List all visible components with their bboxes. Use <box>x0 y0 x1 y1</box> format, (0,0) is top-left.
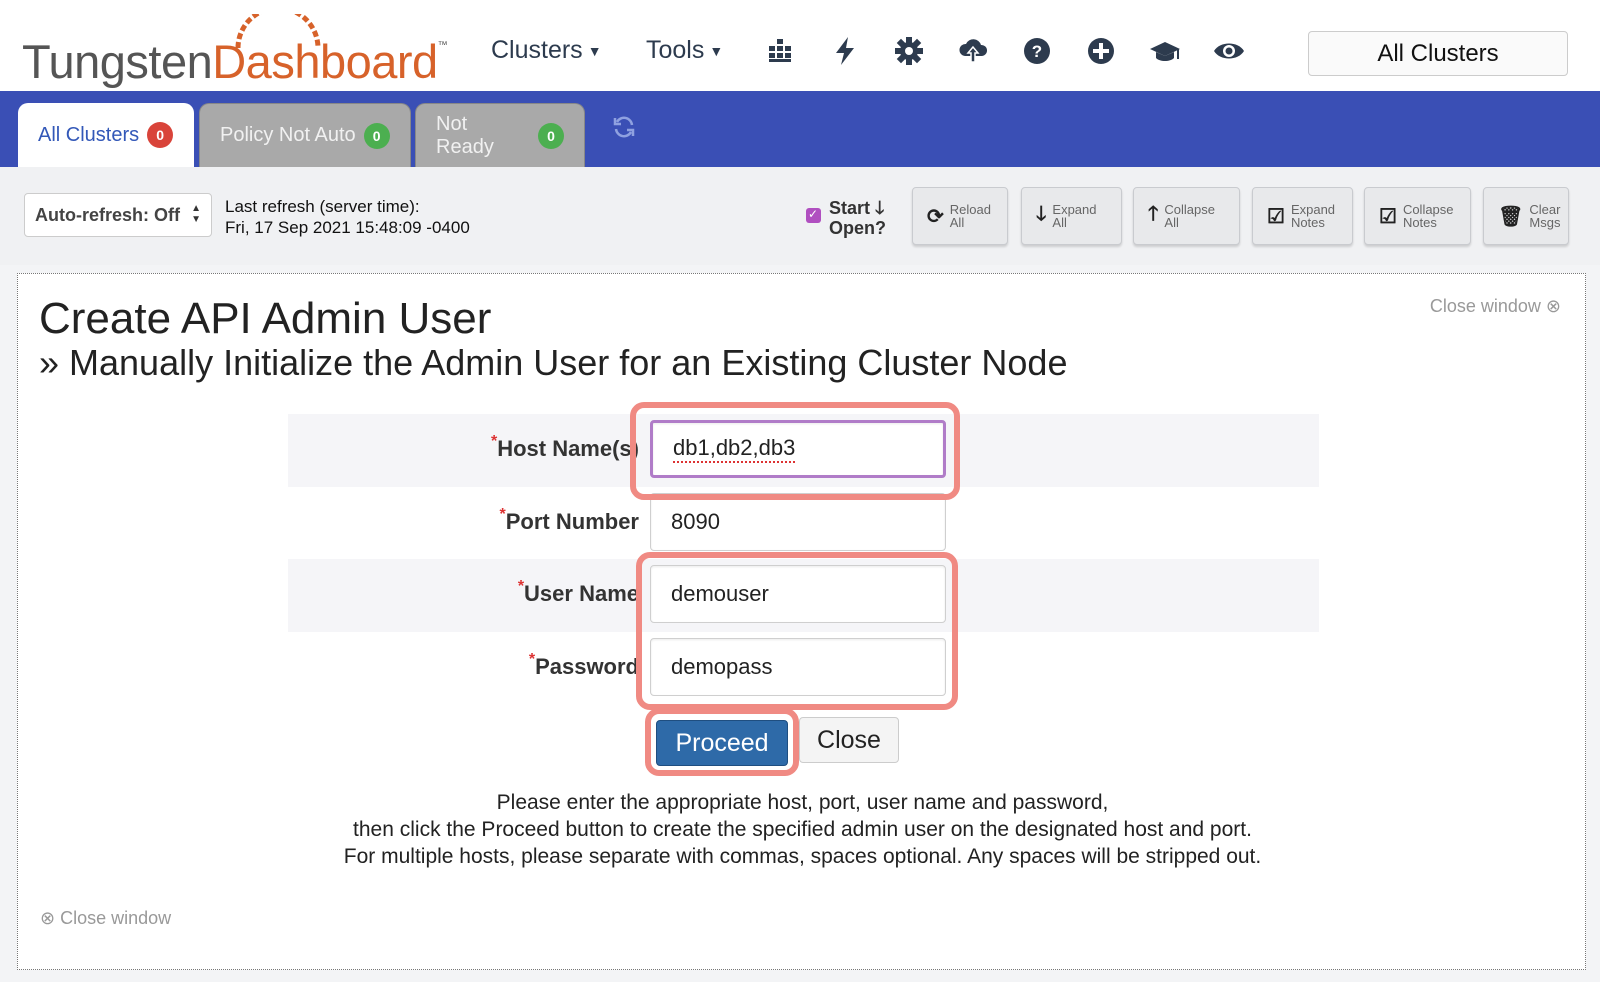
lightning-icon[interactable] <box>828 34 862 68</box>
tab-label: Not Ready <box>436 112 494 158</box>
button-line2: Notes <box>1290 215 1325 230</box>
highlight-host <box>630 402 960 500</box>
tab-policy-not-auto[interactable]: Policy Not Auto 0 <box>199 103 411 167</box>
trash-icon: 🗑 <box>1498 205 1524 228</box>
nav-tools-label: Tools <box>646 36 705 64</box>
page-title: Create API Admin User <box>39 294 492 343</box>
arrow-down-icon: 🡓 <box>875 198 885 218</box>
proceed-button[interactable]: Proceed <box>656 720 788 766</box>
username-label-text: User Name <box>524 581 639 606</box>
help-line: For multiple hosts, please separate with… <box>343 845 1262 868</box>
close-circle-icon: ⊗ <box>1545 296 1561 316</box>
help-text: Please enter the appropriate host, port,… <box>18 789 1587 870</box>
count-badge: 0 <box>538 122 564 149</box>
button-line2: Notes <box>1402 215 1437 230</box>
close-window-label: Close window <box>1429 296 1541 316</box>
tab-label: Policy Not Auto <box>220 124 356 146</box>
tab-label: All Clusters <box>38 123 140 146</box>
help-line: Please enter the appropriate host, port,… <box>496 791 1109 814</box>
edit-check-icon: ☑ <box>1379 205 1397 228</box>
edit-check-icon: ☑ <box>1267 205 1285 228</box>
plus-circle-icon[interactable] <box>1084 34 1118 68</box>
start-open-line2: Open? <box>829 218 886 238</box>
cluster-filter-tabbar: All Clusters 0 Policy Not Auto 0 Not Rea… <box>0 91 1600 167</box>
close-window-link-top[interactable]: Close window ⊗ <box>1430 296 1561 317</box>
eye-icon[interactable] <box>1212 34 1246 68</box>
start-open-line1: Start <box>829 198 871 218</box>
tab-not-ready[interactable]: Not Ready 0 <box>415 103 585 167</box>
collapse-all-button[interactable]: 🡑 Collapse All <box>1133 187 1240 245</box>
create-api-admin-panel: Close window ⊗ Create API Admin User » M… <box>17 273 1586 970</box>
nav-tools-menu[interactable]: Tools ▼ <box>646 36 723 65</box>
arrow-down-icon: 🡓 <box>1036 203 1047 225</box>
svg-text:?: ? <box>1032 42 1042 61</box>
auto-refresh-select[interactable]: Auto-refresh: Off ▲ ▼ <box>24 193 212 237</box>
host-label: *Host Name(s) <box>490 433 639 462</box>
cloud-upload-icon[interactable] <box>956 34 990 68</box>
count-badge: 0 <box>147 122 174 148</box>
port-label-text: Port Number <box>505 509 639 534</box>
host-label-text: Host Name(s) <box>497 436 639 461</box>
chevron-down-icon: ▼ <box>709 43 724 59</box>
username-label: *User Name <box>517 578 639 607</box>
arrow-up-icon: 🡑 <box>1148 203 1159 225</box>
button-line2: All <box>1164 215 1179 230</box>
tab-all-clusters[interactable]: All Clusters 0 <box>18 103 194 167</box>
last-refresh-value: Fri, 17 Sep 2021 15:48:09 -0400 <box>225 218 470 237</box>
clear-msgs-button[interactable]: 🗑 Clear Msgs <box>1483 187 1569 245</box>
help-line: then click the Proceed button to create … <box>353 818 1252 841</box>
required-marker: * <box>490 433 498 450</box>
port-input[interactable]: 8090 <box>650 493 946 551</box>
password-label: *Password <box>528 651 639 680</box>
close-window-label: Close window <box>60 908 172 928</box>
start-open-checkbox[interactable] <box>806 207 821 223</box>
auto-refresh-value: Auto-refresh: Off <box>35 204 180 225</box>
graduation-cap-icon[interactable] <box>1148 34 1182 68</box>
close-window-link-bottom[interactable]: ⊗ Close window <box>40 908 171 929</box>
help-icon[interactable]: ? <box>1020 34 1054 68</box>
chevron-down-icon: ▼ <box>587 43 602 59</box>
required-marker: * <box>499 506 506 523</box>
refresh-icon: ⟳ <box>927 205 944 228</box>
app-logo[interactable]: TungstenDashboard™ <box>22 34 448 89</box>
port-label: *Port Number <box>499 506 639 535</box>
reload-all-button[interactable]: ⟳ Reload All <box>912 187 1008 245</box>
close-button[interactable]: Close <box>799 717 899 763</box>
required-marker: * <box>528 651 536 668</box>
required-marker: * <box>517 578 525 595</box>
collapse-notes-button[interactable]: ☑ Collapse Notes <box>1364 187 1471 245</box>
button-line2: All <box>949 215 965 230</box>
button-line2: Msgs <box>1529 215 1561 230</box>
gear-icon[interactable] <box>892 34 926 68</box>
button-line2: All <box>1052 215 1067 230</box>
last-refresh-label: Last refresh (server time): <box>225 197 420 216</box>
app-header: TungstenDashboard™ Clusters▼ Tools▼ ? <box>0 0 1600 91</box>
page-subtitle: » Manually Initialize the Admin User for… <box>39 342 1068 383</box>
expand-notes-button[interactable]: ☑ Expand Notes <box>1252 187 1353 245</box>
highlight-credentials <box>636 552 958 710</box>
count-badge: 0 <box>363 122 390 149</box>
nav-clusters-menu[interactable]: Clusters ▼ <box>491 36 602 65</box>
logo-text-dashboard: Dashboard <box>212 35 438 88</box>
select-arrows-icon: ▲ ▼ <box>191 203 201 225</box>
start-open-label: Start 🡓 Open? <box>829 198 886 238</box>
cluster-scope-selector[interactable]: All Clusters <box>1308 31 1568 76</box>
password-label-text: Password <box>535 654 639 679</box>
close-circle-icon: ⊗ <box>40 908 56 928</box>
grid-icon[interactable] <box>763 34 797 68</box>
refresh-icon[interactable] <box>612 115 636 144</box>
last-refresh-info: Last refresh (server time): Fri, 17 Sep … <box>225 196 470 238</box>
nav-clusters-label: Clusters <box>491 36 583 64</box>
logo-trademark: ™ <box>437 40 448 51</box>
port-input-value: 8090 <box>671 509 720 534</box>
logo-text-tungsten: Tungsten <box>22 35 213 88</box>
expand-all-button[interactable]: 🡓 Expand All <box>1021 187 1122 245</box>
